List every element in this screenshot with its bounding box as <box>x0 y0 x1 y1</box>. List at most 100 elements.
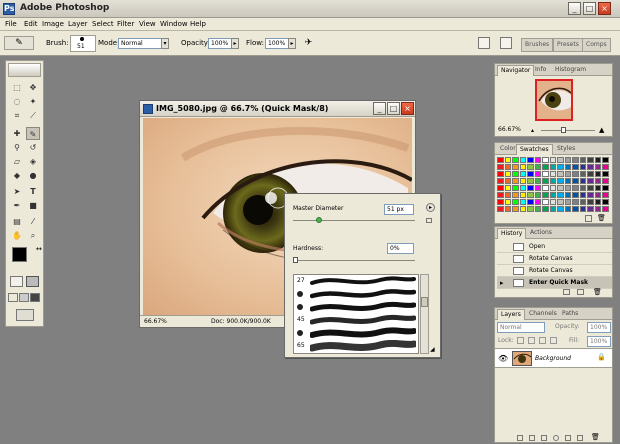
color-swatch[interactable] <box>572 185 579 191</box>
brush-options-menu-icon[interactable]: ▸ <box>426 203 435 212</box>
new-swatch-icon[interactable] <box>585 215 592 222</box>
color-swatch[interactable] <box>564 178 571 184</box>
color-swatch[interactable] <box>594 157 601 163</box>
menu-file[interactable]: File <box>5 20 17 28</box>
color-swatch[interactable] <box>549 206 556 212</box>
color-swatch[interactable] <box>579 178 586 184</box>
brush-picker-button[interactable]: 51 <box>70 35 96 52</box>
zoom-tool-icon[interactable]: ⌕ <box>26 229 40 242</box>
foreground-color-swatch[interactable] <box>12 247 27 262</box>
color-swatch[interactable] <box>572 157 579 163</box>
document-title-bar[interactable]: IMG_5080.jpg @ 66.7% (Quick Mask/8) _ □ … <box>140 101 415 117</box>
color-swatch[interactable] <box>512 206 519 212</box>
shape-tool-icon[interactable]: ■ <box>26 199 40 212</box>
color-swatch[interactable] <box>542 157 549 163</box>
adjustment-layer-icon[interactable] <box>553 435 559 441</box>
lock-pixels-icon[interactable] <box>528 337 535 344</box>
notes-tool-icon[interactable]: ▤ <box>10 215 24 228</box>
lock-all-icon[interactable] <box>550 337 557 344</box>
color-swatch[interactable] <box>602 157 609 163</box>
history-brush-icon[interactable]: ↺ <box>26 141 40 154</box>
color-swatch[interactable] <box>534 157 541 163</box>
color-swatch[interactable] <box>504 178 511 184</box>
jump-to-imageready-icon[interactable] <box>16 309 34 321</box>
color-swatch[interactable] <box>602 185 609 191</box>
color-swatch[interactable] <box>579 164 586 170</box>
color-swatch[interactable] <box>587 185 594 191</box>
color-swatch[interactable] <box>557 157 564 163</box>
history-item[interactable]: Rotate Canvas <box>497 253 612 265</box>
color-swatch[interactable] <box>572 178 579 184</box>
lock-transparency-icon[interactable] <box>517 337 524 344</box>
menu-edit[interactable]: Edit <box>24 20 38 28</box>
color-swatch[interactable] <box>519 171 526 177</box>
tab-history[interactable]: History <box>497 228 527 239</box>
brush-preset-row[interactable] <box>294 327 418 340</box>
color-swatch[interactable] <box>542 192 549 198</box>
adobe-online-icon[interactable] <box>8 63 41 77</box>
color-swatch[interactable] <box>579 157 586 163</box>
file-browser-icon[interactable] <box>478 37 490 49</box>
color-swatch[interactable] <box>549 157 556 163</box>
color-swatch[interactable] <box>542 171 549 177</box>
new-group-icon[interactable] <box>565 435 571 441</box>
color-swatch[interactable] <box>594 164 601 170</box>
color-swatch[interactable] <box>504 199 511 205</box>
color-swatch[interactable] <box>572 199 579 205</box>
color-swatch[interactable] <box>587 157 594 163</box>
link-layers-icon[interactable] <box>517 435 523 441</box>
menu-window[interactable]: Window <box>160 20 188 28</box>
airbrush-icon[interactable]: ✈ <box>302 37 315 50</box>
color-swatch[interactable] <box>602 171 609 177</box>
color-swatch[interactable] <box>564 199 571 205</box>
color-swatch[interactable] <box>527 164 534 170</box>
color-swatch[interactable] <box>594 171 601 177</box>
color-swatch[interactable] <box>534 164 541 170</box>
history-item[interactable]: Rotate Canvas <box>497 265 612 277</box>
document-close-button[interactable]: × <box>401 102 414 115</box>
tab-navigator[interactable]: Navigator <box>497 65 535 76</box>
color-swatch[interactable] <box>497 178 504 184</box>
master-diameter-slider-thumb[interactable] <box>316 217 322 223</box>
clone-stamp-icon[interactable]: ⚲ <box>10 141 24 154</box>
tab-styles[interactable]: Styles <box>554 144 578 155</box>
brush-preset-row[interactable] <box>294 288 418 301</box>
well-tab-presets[interactable]: Presets <box>553 38 583 52</box>
color-swatch[interactable] <box>564 157 571 163</box>
color-swatch[interactable] <box>542 164 549 170</box>
color-swatch[interactable] <box>497 206 504 212</box>
color-swatch[interactable] <box>549 164 556 170</box>
color-swatch[interactable] <box>579 206 586 212</box>
color-swatch[interactable] <box>572 171 579 177</box>
well-tab-comps[interactable]: Comps <box>582 38 611 52</box>
color-swatch[interactable] <box>557 171 564 177</box>
document-maximize-button[interactable]: □ <box>387 102 400 115</box>
color-swatch[interactable] <box>527 171 534 177</box>
color-swatch[interactable] <box>497 164 504 170</box>
color-swatch[interactable] <box>587 206 594 212</box>
eraser-tool-icon[interactable]: ▱ <box>10 155 24 168</box>
color-swatch[interactable] <box>512 171 519 177</box>
screen-mode-full-icon[interactable] <box>30 293 40 302</box>
color-swatch[interactable] <box>497 192 504 198</box>
magic-wand-icon[interactable]: ✦ <box>26 95 40 108</box>
close-button[interactable]: × <box>598 2 611 15</box>
color-swatch[interactable] <box>542 185 549 191</box>
color-swatch[interactable] <box>587 164 594 170</box>
hardness-slider-track[interactable] <box>293 257 415 263</box>
color-swatch[interactable] <box>497 171 504 177</box>
color-swatch[interactable] <box>519 164 526 170</box>
tab-paths[interactable]: Paths <box>559 309 581 320</box>
color-swatch[interactable] <box>557 164 564 170</box>
tab-histogram[interactable]: Histogram <box>552 65 589 76</box>
color-swatch[interactable] <box>602 206 609 212</box>
color-swatch[interactable] <box>557 192 564 198</box>
color-swatch[interactable] <box>594 192 601 198</box>
menu-view[interactable]: View <box>139 20 156 28</box>
color-swatch[interactable] <box>534 192 541 198</box>
color-swatch[interactable] <box>587 192 594 198</box>
hand-tool-icon[interactable]: ✋ <box>10 229 24 242</box>
color-swatch[interactable] <box>564 185 571 191</box>
color-swatch[interactable] <box>504 185 511 191</box>
navigator-thumbnail[interactable] <box>535 79 573 121</box>
